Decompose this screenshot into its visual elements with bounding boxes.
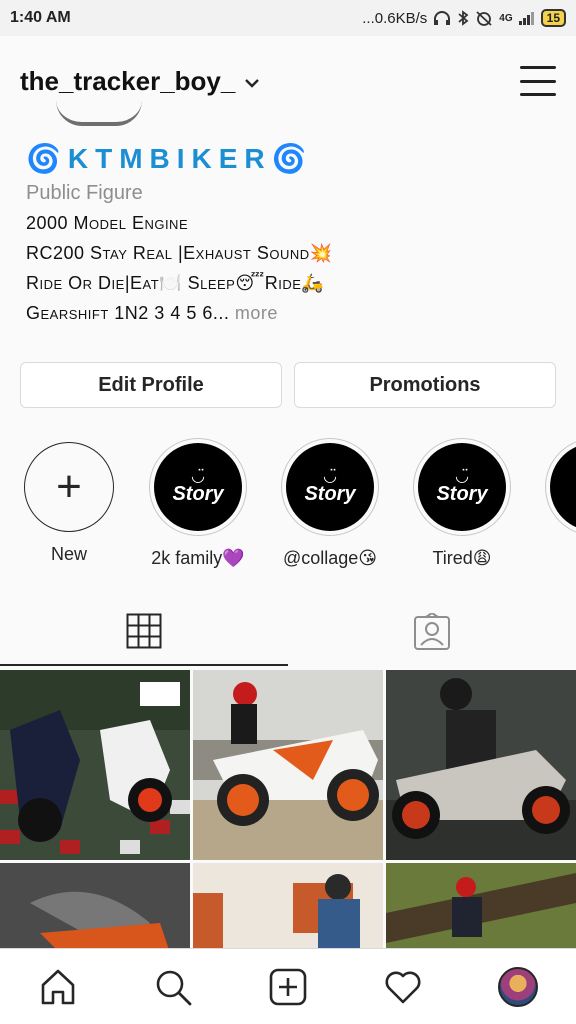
highlight-cover[interactable]: ◡̈ Story bbox=[149, 438, 247, 536]
highlight-new[interactable]: + New bbox=[9, 438, 129, 565]
heart-icon bbox=[385, 971, 421, 1003]
profile-picture[interactable] bbox=[56, 100, 142, 126]
search-icon bbox=[156, 970, 192, 1005]
menu-button[interactable] bbox=[520, 66, 556, 96]
net-speed: ...0.6KB/s bbox=[362, 9, 428, 27]
bluetooth-icon bbox=[458, 10, 469, 26]
bio-line: RC200 Stay Real |Exhaust Sound💥 bbox=[26, 243, 333, 263]
highlight-label: 2k family💜 bbox=[151, 548, 245, 568]
post-grid bbox=[0, 670, 576, 948]
more-link[interactable]: more bbox=[229, 303, 278, 323]
promotions-button[interactable]: Promotions bbox=[294, 362, 556, 408]
highlight-cover[interactable]: S bbox=[545, 438, 576, 536]
highlight-cover[interactable]: ◡̈ Story bbox=[281, 438, 379, 536]
battery-icon: 15 bbox=[540, 9, 566, 27]
username[interactable]: the_tracker_boy_ bbox=[20, 66, 235, 97]
status-time: 1:40 AM bbox=[10, 9, 71, 26]
bio-line: Ride Or Die|Eat🍽️ Sleep😴Ride🛵 bbox=[26, 273, 325, 293]
headphones-icon bbox=[434, 11, 451, 25]
profile-bio: 🌀KTMBIKER🌀 Public Figure 2000 Model Engi… bbox=[26, 140, 556, 328]
nav-search[interactable] bbox=[143, 957, 203, 1017]
post-thumbnail[interactable] bbox=[386, 863, 576, 948]
profile-actions: Edit Profile Promotions bbox=[20, 362, 556, 408]
bio-line: Gearshift 1N2 3 4 5 6... more bbox=[26, 303, 278, 323]
highlight-label: New bbox=[50, 544, 87, 564]
status-indicators: ...0.6KB/s 4G 15 bbox=[362, 9, 566, 27]
network-type: 4G bbox=[499, 12, 513, 24]
tab-grid[interactable] bbox=[0, 598, 288, 666]
story-highlights: + New ◡̈ Story 2k family💜 ◡̈ Story @collag… bbox=[0, 438, 576, 578]
nav-home[interactable] bbox=[28, 957, 88, 1017]
edit-profile-button[interactable]: Edit Profile bbox=[20, 362, 282, 408]
post-thumbnail[interactable] bbox=[0, 863, 190, 948]
add-post-icon bbox=[269, 968, 307, 1005]
nav-add[interactable] bbox=[258, 957, 318, 1017]
bio-line: 2000 Model Engine bbox=[26, 213, 189, 233]
nav-activity[interactable] bbox=[373, 957, 433, 1017]
highlight-cover[interactable]: ◡̈ Story bbox=[413, 438, 511, 536]
status-bar: 1:40 AM ...0.6KB/s 4G 15 bbox=[0, 0, 576, 36]
highlight-label: Tired😩 bbox=[432, 548, 492, 568]
post-thumbnail[interactable] bbox=[386, 670, 576, 860]
swirl-left-icon: 🌀 bbox=[26, 143, 68, 174]
post-thumbnail[interactable] bbox=[193, 670, 383, 860]
home-icon bbox=[41, 969, 74, 1004]
profile-avatar bbox=[498, 966, 539, 1007]
display-name: 🌀KTMBIKER🌀 bbox=[26, 143, 314, 174]
highlight-item[interactable]: ◡̈ Story 2k family💜 bbox=[138, 438, 258, 569]
bottom-navigation bbox=[0, 948, 576, 1024]
highlight-item[interactable]: ◡̈ Story Tired😩 bbox=[402, 438, 522, 569]
tagged-icon bbox=[414, 613, 450, 650]
alarm-off-icon bbox=[476, 11, 492, 26]
profile-tabs bbox=[0, 598, 576, 666]
highlight-label: @collage😘 bbox=[282, 548, 378, 568]
post-thumbnail[interactable] bbox=[0, 670, 190, 860]
post-thumbnail[interactable] bbox=[193, 863, 383, 948]
chevron-down-icon[interactable] bbox=[245, 78, 260, 88]
profile-category: Public Figure bbox=[26, 182, 143, 204]
nav-profile[interactable] bbox=[488, 957, 548, 1017]
swirl-right-icon: 🌀 bbox=[271, 143, 314, 174]
highlight-item[interactable]: ◡̈ Story @collage😘 bbox=[270, 438, 390, 569]
highlight-item[interactable]: S m bbox=[534, 438, 576, 569]
signal-icon bbox=[518, 12, 534, 25]
plus-icon[interactable]: + bbox=[24, 442, 114, 532]
tab-tagged[interactable] bbox=[288, 598, 576, 666]
grid-icon bbox=[126, 613, 162, 649]
